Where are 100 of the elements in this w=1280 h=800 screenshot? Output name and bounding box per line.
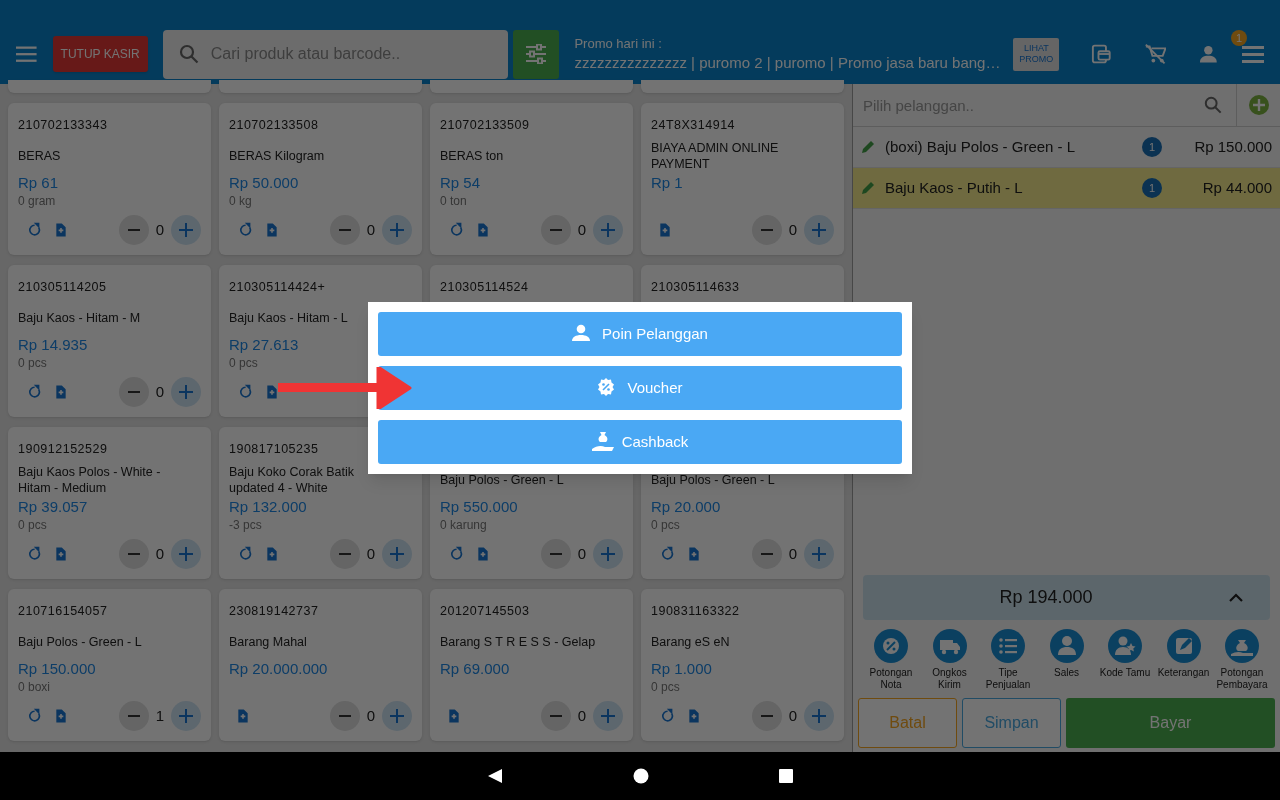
pencil-icon[interactable]	[861, 181, 875, 195]
decrease-button[interactable]	[119, 377, 149, 407]
pay-button[interactable]: Bayar	[1066, 698, 1275, 748]
product-name: BIAYA ADMIN ONLINE PAYMENT	[651, 140, 780, 172]
product-price: Rp 550.000	[440, 497, 519, 517]
minus-icon	[761, 553, 773, 555]
add-document-icon[interactable]	[54, 384, 68, 400]
stock-quantity: 0 ton	[440, 193, 468, 209]
decrease-button[interactable]	[119, 701, 149, 731]
menu-icon[interactable]	[16, 45, 37, 63]
increase-button[interactable]	[593, 701, 623, 731]
add-document-icon[interactable]	[476, 546, 490, 562]
product-code: 210305114524	[440, 279, 530, 295]
add-document-icon[interactable]	[687, 708, 701, 724]
stock-quantity: 0 boxi	[18, 679, 52, 695]
decrease-button[interactable]	[330, 701, 360, 731]
decrease-button[interactable]	[330, 539, 360, 569]
action-button[interactable]: Ongkos Kirim	[921, 629, 978, 691]
list-icon[interactable]	[1242, 44, 1264, 64]
increase-button[interactable]	[593, 539, 623, 569]
cashback-icon	[591, 432, 614, 452]
total-bar[interactable]: Rp 194.000	[863, 575, 1270, 620]
add-document-icon[interactable]	[54, 222, 68, 238]
add-document-icon[interactable]	[265, 384, 279, 400]
home-icon[interactable]	[633, 768, 649, 784]
product-code: 210702133509	[440, 117, 531, 133]
add-document-icon[interactable]	[265, 222, 279, 238]
save-button[interactable]: Simpan	[962, 698, 1061, 748]
quantity-badge: 1	[1142, 178, 1162, 198]
action-button[interactable]: Keterangan	[1155, 629, 1212, 691]
action-button[interactable]: Potongan Pembayara	[1214, 629, 1270, 691]
cart-off-icon[interactable]	[1143, 43, 1167, 65]
action-button[interactable]: Potongan Nota	[863, 629, 919, 691]
back-icon[interactable]	[487, 768, 503, 784]
decrease-button[interactable]	[752, 701, 782, 731]
action-button[interactable]: Sales	[1038, 629, 1095, 691]
add-document-icon[interactable]	[447, 708, 461, 724]
product-card[interactable]: 210716154057 Baju Polos - Green - L Rp 150.000 0 boxi 1	[8, 589, 211, 741]
increase-button[interactable]	[171, 701, 201, 731]
decrease-button[interactable]	[119, 215, 149, 245]
user-icon[interactable]	[1199, 44, 1218, 64]
cart-item[interactable]: Baju Kaos - Putih - L 1 Rp 44.000	[853, 168, 1280, 209]
chevron-up-icon	[1229, 593, 1243, 602]
money-icon	[1225, 629, 1259, 663]
product-card[interactable]: 230819142737 Barang Mahal Rp 20.000.000 0	[219, 589, 422, 741]
product-card[interactable]: 210702133343 BERAS Rp 61 0 gram 0	[8, 103, 211, 255]
product-card[interactable]: 24T8X314914 BIAYA ADMIN ONLINE PAYMENT Rp 1 0	[641, 103, 844, 255]
product-price: Rp 61	[18, 173, 60, 193]
minus-icon	[339, 553, 351, 555]
voucher-button[interactable]: Voucher	[378, 366, 902, 410]
product-name: Baju Kaos Polos - White - Hitam - Medium	[18, 464, 162, 496]
pencil-icon[interactable]	[861, 140, 875, 154]
decrease-button[interactable]	[119, 539, 149, 569]
product-code: 190912152529	[18, 441, 109, 457]
search-icon	[178, 43, 199, 64]
quantity-value: 0	[365, 543, 377, 564]
increase-button[interactable]	[171, 215, 201, 245]
product-card[interactable]: 190817105235 Baju Koko Corak Batik updated 4 - White Rp 132.000 -3 pcs 0	[219, 427, 422, 579]
action-button[interactable]: Tipe Penjualan	[980, 629, 1036, 691]
decrease-button[interactable]	[541, 701, 571, 731]
product-card[interactable]: 190831163322 Barang eS eN Rp 1.000 0 pcs 0	[641, 589, 844, 741]
increase-button[interactable]	[171, 539, 201, 569]
product-card[interactable]: 210702133508 BERAS Kilogram Rp 50.000 0 kg 0	[219, 103, 422, 255]
receipt-card-icon[interactable]	[1091, 43, 1112, 65]
increase-button[interactable]	[804, 539, 834, 569]
increase-button[interactable]	[382, 539, 412, 569]
add-document-icon[interactable]	[236, 708, 250, 724]
add-document-icon[interactable]	[265, 546, 279, 562]
increase-button[interactable]	[171, 377, 201, 407]
view-promo-button[interactable]: LIHAT PROMO	[1013, 37, 1060, 71]
decrease-button[interactable]	[752, 539, 782, 569]
product-name: Baju Polos - Green - L	[440, 472, 564, 488]
increase-button[interactable]	[382, 701, 412, 731]
increase-button[interactable]	[382, 215, 412, 245]
quantity-value: 0	[365, 705, 377, 726]
increase-button[interactable]	[593, 215, 623, 245]
add-document-icon[interactable]	[54, 546, 68, 562]
decrease-button[interactable]	[541, 539, 571, 569]
product-card[interactable]: 210702133509 BERAS ton Rp 54 0 ton 0	[430, 103, 633, 255]
add-document-icon[interactable]	[54, 708, 68, 724]
action-button[interactable]: Kode Tamu	[1097, 629, 1153, 691]
add-document-icon[interactable]	[687, 546, 701, 562]
minus-icon	[339, 229, 351, 231]
add-document-icon[interactable]	[476, 222, 490, 238]
cart-item-name: Baju Kaos - Putih - L	[885, 177, 1024, 198]
decrease-button[interactable]	[752, 215, 782, 245]
search-icon	[1204, 96, 1222, 114]
product-card[interactable]: 190912152529 Baju Kaos Polos - White - Hitam - Medium Rp 39.057 0 pcs 0	[8, 427, 211, 579]
product-code: 24T8X314914	[651, 117, 737, 133]
filter-button[interactable]	[512, 29, 560, 79]
close-cashier-button[interactable]: TUTUP KASIR	[52, 36, 148, 72]
product-card[interactable]: 201207145503 Barang S T R E S S - Gelap Rp 69.000 0	[430, 589, 633, 741]
decrease-button[interactable]	[541, 215, 571, 245]
points-button[interactable]: Poin Pelanggan	[378, 312, 902, 356]
add-document-icon[interactable]	[658, 222, 672, 238]
decrease-button[interactable]	[330, 215, 360, 245]
cashback-button[interactable]: Cashback	[378, 420, 902, 464]
product-card[interactable]: 210305114205 Baju Kaos - Hitam - M Rp 14.935 0 pcs 0	[8, 265, 211, 417]
increase-button[interactable]	[804, 701, 834, 731]
increase-button[interactable]	[804, 215, 834, 245]
